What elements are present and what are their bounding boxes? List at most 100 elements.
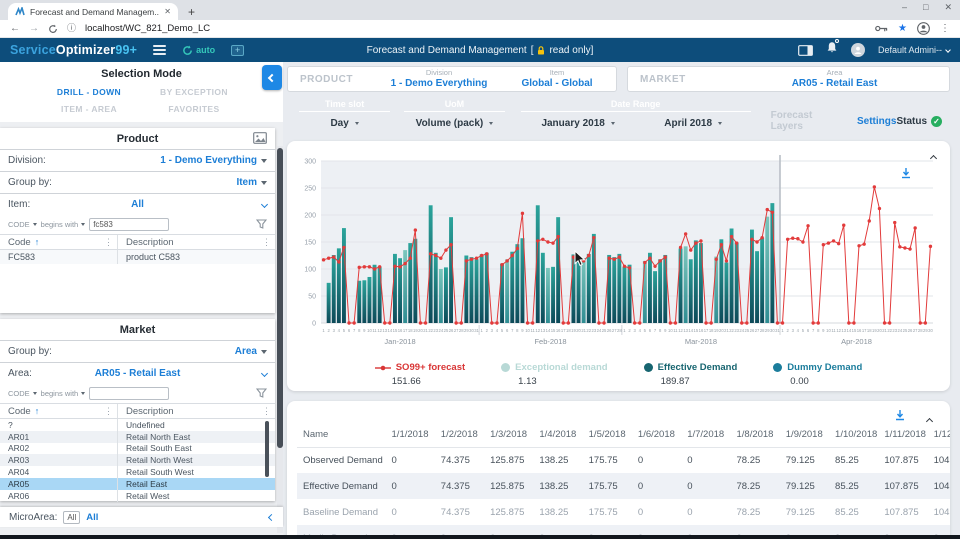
table-download-icon[interactable] (894, 409, 906, 421)
table-row[interactable]: FC583 product C583 (0, 250, 275, 264)
svg-text:6: 6 (649, 328, 652, 333)
breadcrumb-product[interactable]: PRODUCT Division1 - Demo Everything Item… (287, 66, 617, 92)
auto-refresh-button[interactable]: auto (182, 45, 215, 56)
filter-operator-select[interactable]: begins with (41, 220, 86, 229)
group-by-select[interactable]: Item (236, 177, 267, 188)
window-close-icon[interactable]: ✕ (944, 2, 952, 13)
svg-text:1: 1 (322, 328, 325, 333)
table-row[interactable]: AR03Retail North West (0, 454, 275, 466)
breadcrumb-item[interactable]: ItemGlobal - Global (498, 69, 616, 88)
breadcrumb-market[interactable]: MARKET AreaAR05 - Retail East (627, 66, 950, 92)
area-selected-value[interactable]: AR05 - Retail East (0, 368, 275, 379)
column-menu-icon[interactable]: ⋮ (262, 237, 271, 248)
table-row[interactable]: ?Undefined (0, 419, 275, 431)
legend-forecast[interactable]: SO99+ forecast 151.66 (375, 362, 465, 387)
forward-icon[interactable]: → (29, 24, 39, 34)
mode-drill-down[interactable]: DRILL - DOWN (37, 87, 142, 97)
table-row[interactable]: AR04Retail South West (0, 466, 275, 478)
notifications-bell-icon[interactable] (826, 41, 838, 59)
url-text[interactable]: localhost/WC_821_Demo_LC (85, 23, 210, 34)
breadcrumb-division[interactable]: Division1 - Demo Everything (380, 69, 498, 88)
dot-marker-icon (501, 363, 510, 372)
demand-column-header: 1/3/2018 (484, 423, 533, 447)
browser-menu-icon[interactable]: ⋮ (940, 24, 950, 34)
item-selected-value[interactable]: All (0, 199, 275, 210)
table-row[interactable]: AR06Retail West (0, 490, 275, 502)
column-menu-icon[interactable]: ⋮ (262, 406, 271, 417)
microarea-value[interactable]: All (86, 512, 98, 523)
division-select[interactable]: 1 - Demo Everything (160, 155, 267, 166)
area-filter-input[interactable] (89, 387, 169, 400)
chart-toolbar: Time slot Day UoM Volume (pack) Date Ran… (287, 99, 950, 133)
add-widget-icon[interactable]: + (231, 45, 244, 56)
description-column-header[interactable]: Description (126, 237, 174, 248)
main-content: PRODUCT Division1 - Demo Everything Item… (283, 62, 960, 535)
column-menu-icon[interactable]: ⋮ (104, 237, 113, 248)
time-slot-select[interactable]: Day (330, 112, 358, 129)
mode-favorites[interactable]: FAVORITES (142, 104, 247, 114)
table-row[interactable]: Observed Demand074.375125.875138.25175.7… (297, 447, 950, 473)
menu-hamburger-icon[interactable] (153, 45, 166, 55)
column-menu-icon[interactable]: ⋮ (104, 406, 113, 417)
svg-text:Apr-2018: Apr-2018 (841, 337, 872, 346)
svg-text:9: 9 (822, 328, 825, 333)
caret-down-icon (261, 181, 267, 185)
browser-tab[interactable]: Forecast and Demand Managem... ✕ (8, 3, 178, 20)
area-description-cell: Retail South West (118, 466, 275, 478)
svg-text:3: 3 (792, 328, 795, 333)
table-row[interactable]: AR02Retail South East (0, 443, 275, 455)
reload-icon[interactable] (48, 24, 58, 34)
settings-link[interactable]: Settings (857, 116, 896, 127)
mode-by-exception[interactable]: BY EXCEPTION (142, 87, 247, 97)
window-maximize-icon[interactable]: □ (923, 2, 928, 13)
legend-dummy[interactable]: Dummy Demand 0.00 (773, 362, 862, 387)
sidebar-collapse-button[interactable] (262, 65, 282, 90)
table-row[interactable]: AR01Retail North East (0, 431, 275, 443)
demand-column-header: 1/4/2018 (533, 423, 582, 447)
site-info-icon[interactable]: ⓘ (67, 24, 76, 33)
user-avatar[interactable] (851, 43, 865, 57)
svg-text:4: 4 (639, 328, 642, 333)
mode-item-area[interactable]: ITEM - AREA (37, 104, 142, 114)
date-from-select[interactable]: January 2018 (521, 112, 636, 129)
table-row[interactable]: Baseline Demand074.375125.875138.25175.7… (297, 499, 950, 525)
item-filter-input[interactable] (89, 218, 169, 231)
chevron-left-icon[interactable] (268, 513, 275, 520)
back-icon[interactable]: ← (10, 24, 20, 34)
table-row[interactable]: Media Demand000000000000 (297, 525, 950, 535)
uom-select[interactable]: Volume (pack) (416, 112, 494, 129)
filter-funnel-icon[interactable] (256, 388, 267, 398)
password-key-icon[interactable] (875, 24, 888, 33)
forecast-chart[interactable]: 0501001502002503001234567891011121314151… (287, 147, 942, 357)
panel-toggle-icon[interactable] (798, 45, 813, 56)
demand-row-name: Effective Demand (297, 473, 386, 499)
chart-download-icon[interactable] (900, 167, 912, 179)
legend-exceptional[interactable]: Exceptional demand 1.13 (501, 362, 607, 387)
tab-close-icon[interactable]: ✕ (164, 7, 171, 16)
filter-field-select[interactable]: CODE (8, 220, 37, 229)
browser-profile-icon[interactable] (917, 22, 930, 35)
scrollbar-thumb[interactable] (265, 421, 269, 477)
user-menu[interactable]: Default Admini-- (878, 45, 950, 55)
demand-value-cell: 125.875 (484, 473, 533, 499)
table-collapse-button[interactable] (927, 411, 932, 429)
code-column-header[interactable]: Code (8, 237, 31, 248)
image-icon[interactable] (253, 132, 267, 144)
svg-text:9: 9 (664, 328, 667, 333)
date-to-select[interactable]: April 2018 (636, 112, 751, 129)
filter-field-select[interactable]: CODE (8, 389, 37, 398)
area-description-cell: Retail South East (118, 443, 275, 455)
code-column-header[interactable]: Code (8, 406, 31, 417)
group-by-select[interactable]: Area (235, 346, 267, 357)
new-tab-button[interactable]: + (188, 6, 195, 18)
chart-collapse-button[interactable] (931, 148, 936, 166)
description-column-header[interactable]: Description (126, 406, 174, 417)
breadcrumb-area[interactable]: AreaAR05 - Retail East (720, 69, 949, 88)
legend-effective[interactable]: Effective Demand 189.87 (644, 362, 738, 387)
filter-funnel-icon[interactable] (256, 219, 267, 229)
table-row[interactable]: Effective Demand074.375125.875138.25175.… (297, 473, 950, 499)
filter-operator-select[interactable]: begins with (41, 389, 86, 398)
table-row[interactable]: AR05Retail East (0, 478, 275, 490)
window-minimize-icon[interactable]: – (902, 2, 907, 13)
bookmark-star-icon[interactable]: ★ (898, 23, 907, 34)
